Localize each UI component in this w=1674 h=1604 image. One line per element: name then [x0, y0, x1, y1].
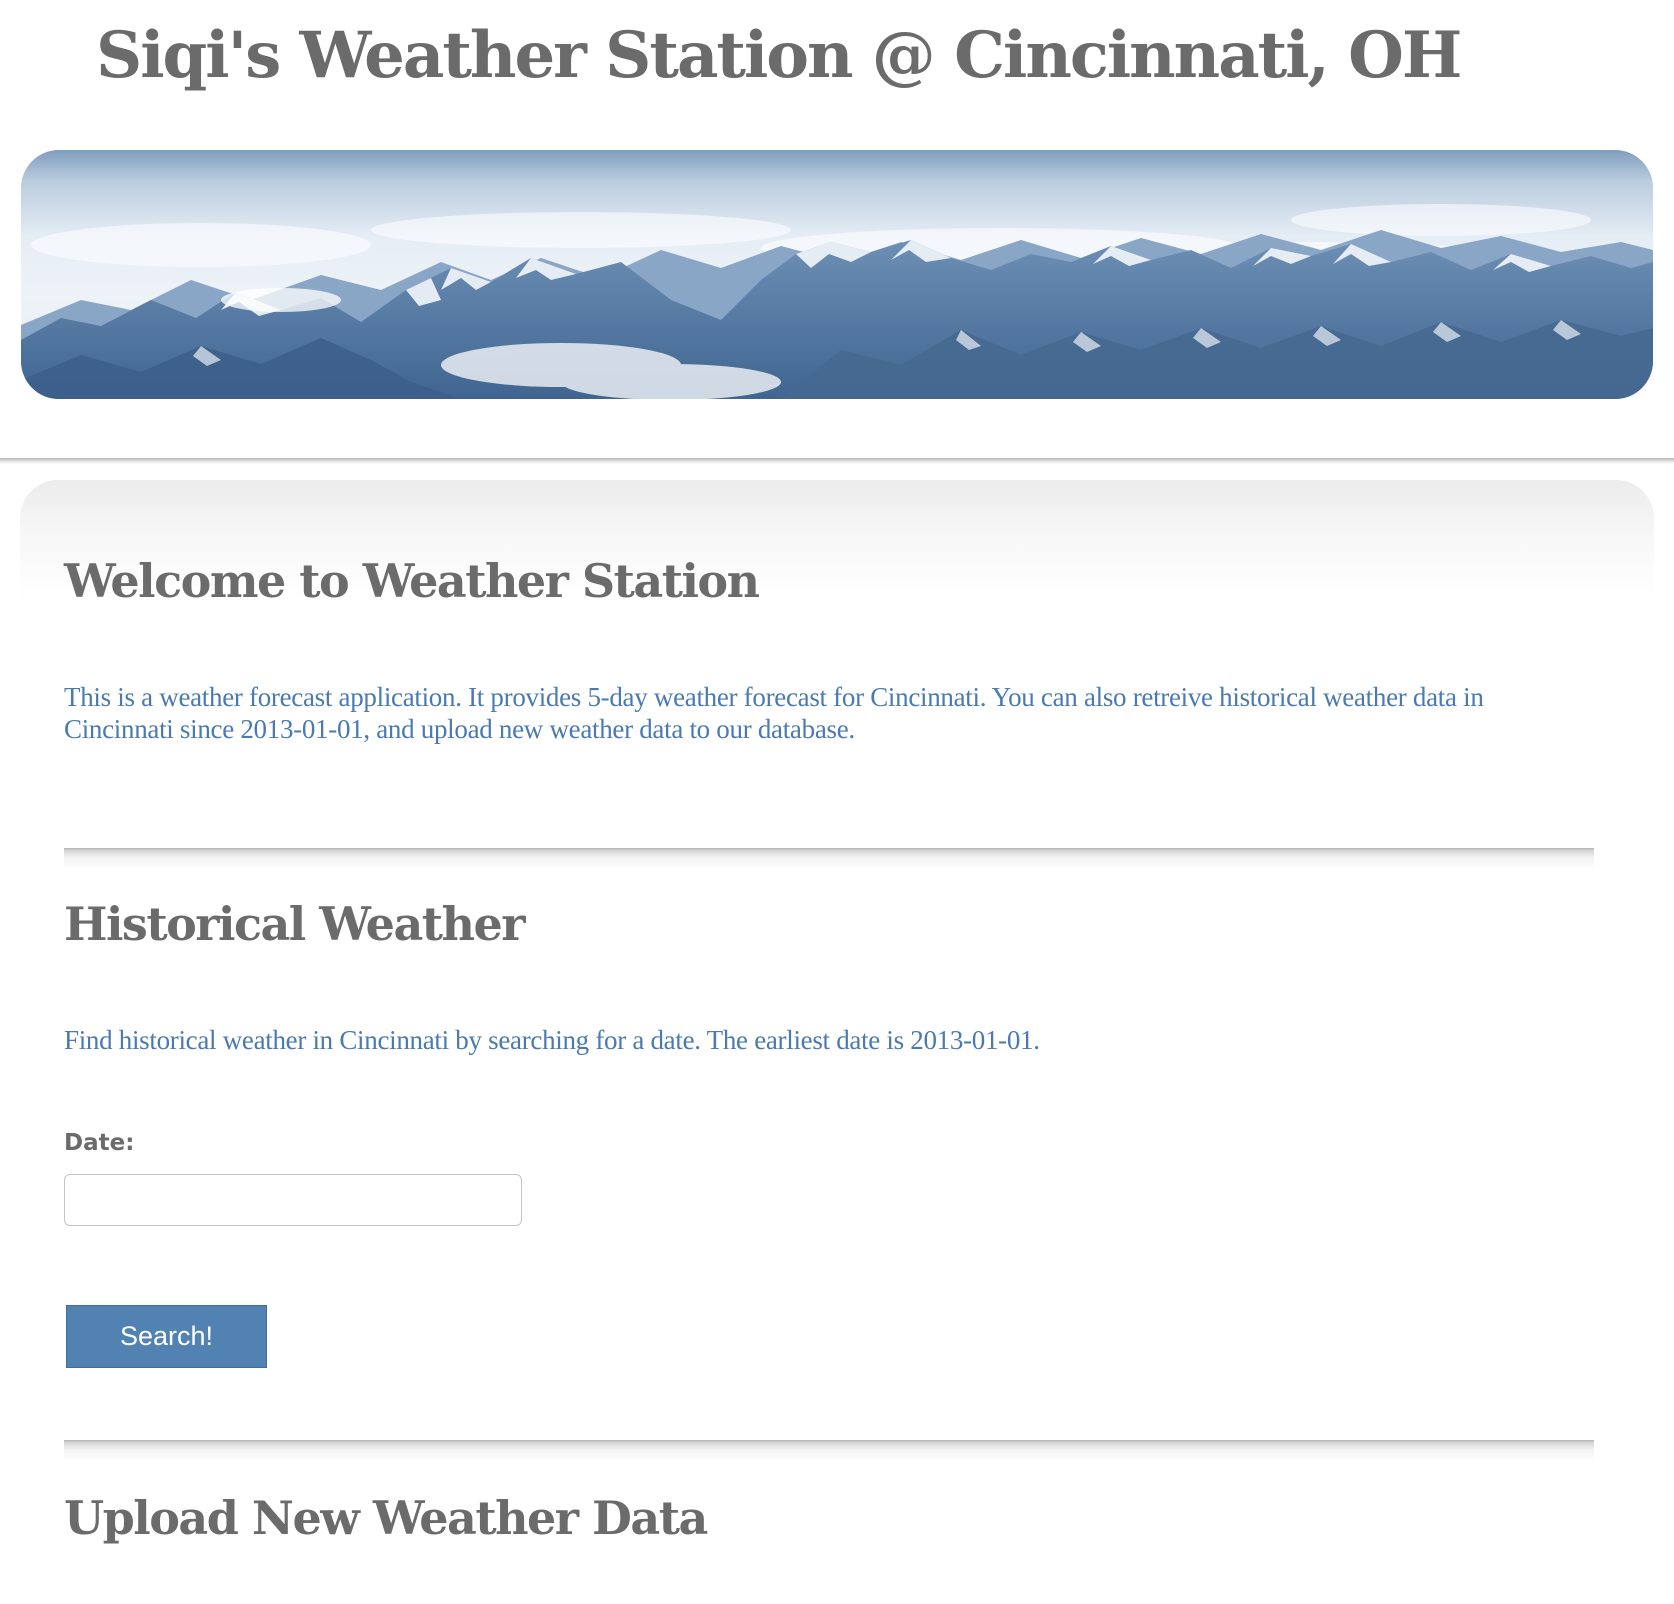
historical-text: Find historical weather in Cincinnati by…	[64, 1025, 1040, 1055]
historical-heading: Historical Weather	[64, 897, 525, 951]
date-input[interactable]	[64, 1174, 522, 1226]
upload-heading: Upload New Weather Data	[64, 1491, 708, 1545]
date-label: Date:	[64, 1130, 135, 1156]
header-divider	[0, 458, 1674, 464]
search-button[interactable]: Search!	[66, 1305, 267, 1368]
welcome-heading: Welcome to Weather Station	[64, 554, 760, 608]
welcome-text: This is a weather forecast application. …	[64, 682, 1484, 744]
site-title: Siqi's Weather Station @ Cincinnati, OH	[96, 18, 1462, 93]
header-banner-image	[21, 150, 1653, 399]
section-divider	[64, 848, 1594, 870]
content-panel: Welcome to Weather Station This is a wea…	[20, 480, 1654, 1604]
section-divider	[64, 1440, 1594, 1462]
snowy-mountains-illustration	[21, 150, 1653, 399]
